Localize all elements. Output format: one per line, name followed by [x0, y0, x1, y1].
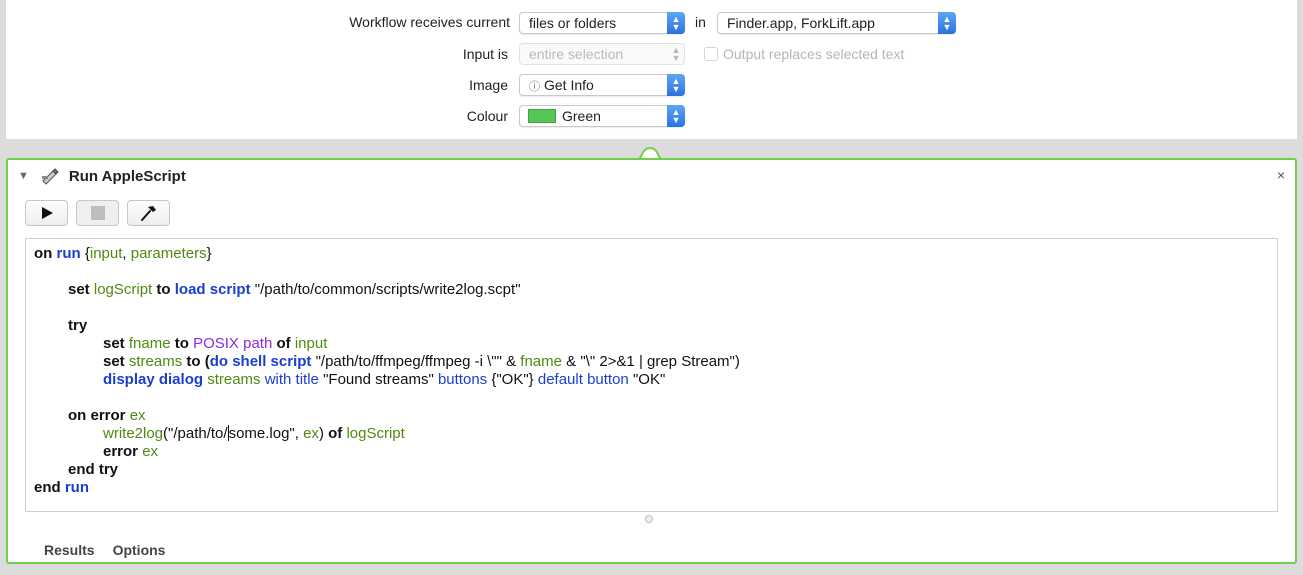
compile-button[interactable] — [127, 200, 170, 226]
applescript-icon — [41, 168, 59, 185]
code-line: set fname to POSIX path of input — [103, 335, 328, 352]
code-line: end run — [34, 479, 90, 496]
popup-arrows-icon: ▲ ▼ — [671, 45, 681, 63]
disclosure-triangle-icon[interactable]: ▼ — [18, 170, 29, 182]
stop-icon — [90, 206, 105, 220]
colour-swatch — [528, 109, 556, 123]
code-line: try — [68, 317, 88, 334]
workflow-settings-panel: Workflow receives current files or folde… — [6, 0, 1297, 139]
run-button[interactable] — [25, 200, 68, 226]
stop-button[interactable] — [76, 200, 119, 226]
code-line: end try — [68, 461, 119, 478]
code-line: on error ex — [68, 407, 146, 424]
popup-arrows-icon: ▲ ▼ — [667, 105, 685, 127]
code-line: display dialog streams with title "Found… — [103, 371, 666, 388]
receives-type-value: files or folders — [529, 15, 617, 31]
input-is-label: Input is — [462, 46, 508, 62]
input-is-popup: entire selection ▲ ▼ — [519, 43, 685, 65]
in-label: in — [695, 14, 706, 30]
popup-arrows-icon: ▲ ▼ — [667, 74, 685, 96]
resize-handle[interactable] — [645, 515, 653, 523]
image-value: Get Info — [544, 77, 594, 93]
image-popup[interactable]: ⓘ Get Info ▲ ▼ — [519, 74, 685, 96]
applications-value: Finder.app, ForkLift.app — [727, 15, 875, 31]
workflow-receives-label: Workflow receives current — [349, 14, 510, 30]
run-applescript-action: ▼ Run AppleScript × on run {input, param… — [6, 158, 1297, 564]
hammer-icon — [140, 206, 156, 221]
script-editor[interactable]: on run {input, parameters} set logScript… — [25, 238, 1278, 512]
receives-type-popup[interactable]: files or folders ▲ ▼ — [519, 12, 685, 34]
action-footer-tabs: Results Options — [44, 542, 165, 558]
tab-results[interactable]: Results — [44, 542, 95, 558]
colour-label: Colour — [466, 108, 508, 124]
code-line: write2log("/path/to/some.log", ex) of lo… — [103, 425, 405, 442]
code-line: error ex — [103, 443, 159, 460]
close-action-button[interactable]: × — [1277, 167, 1285, 183]
play-icon — [41, 207, 53, 219]
input-is-value: entire selection — [529, 46, 624, 62]
image-label: Image — [469, 77, 508, 93]
info-circle-icon: ⓘ — [529, 81, 540, 93]
output-replaces-label: Output replaces selected text — [723, 46, 905, 62]
applications-popup[interactable]: Finder.app, ForkLift.app ▲ ▼ — [717, 12, 956, 34]
code-line: on run {input, parameters} — [34, 245, 212, 262]
popup-arrows-icon: ▲ ▼ — [938, 12, 956, 34]
tab-options[interactable]: Options — [113, 542, 166, 558]
colour-popup[interactable]: Green ▲ ▼ — [519, 105, 685, 127]
action-title: Run AppleScript — [68, 167, 186, 185]
code-line: set logScript to load script "/path/to/c… — [68, 281, 521, 298]
action-header: ▼ Run AppleScript — [18, 166, 186, 186]
colour-value: Green — [562, 108, 601, 124]
output-replaces-checkbox[interactable] — [704, 47, 718, 61]
code-line: set streams to (do shell script "/path/t… — [103, 353, 740, 370]
popup-arrows-icon: ▲ ▼ — [667, 12, 685, 34]
